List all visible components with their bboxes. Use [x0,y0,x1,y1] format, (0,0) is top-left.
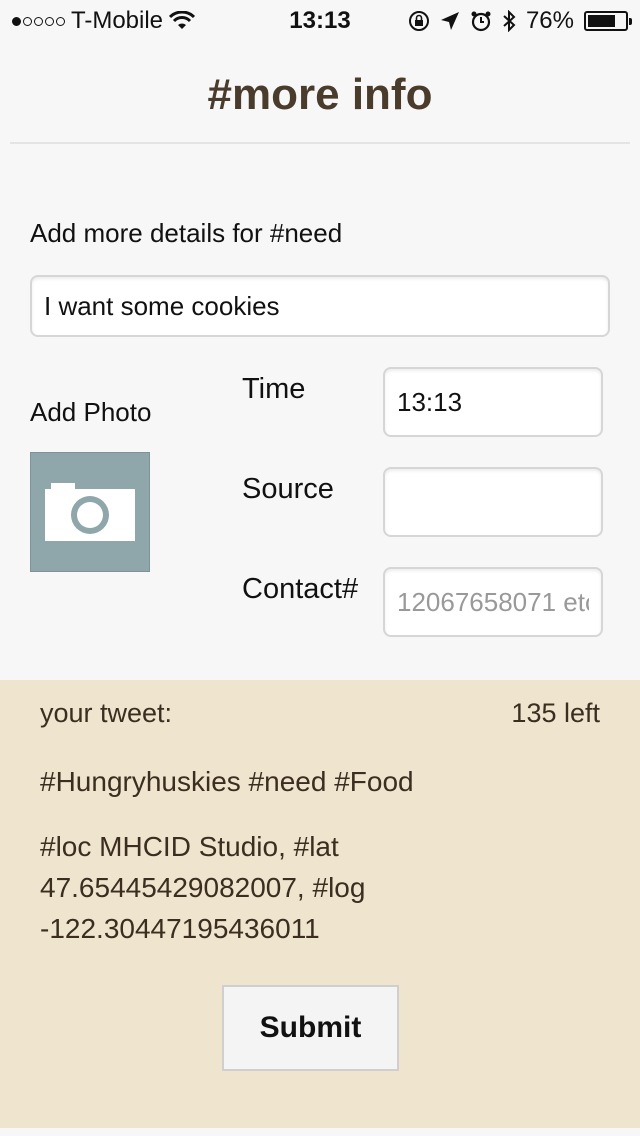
tweet-label: your tweet: [40,698,173,728]
bluetooth-icon [503,10,516,32]
contact-input[interactable] [383,567,603,637]
status-right-group: 76% [408,7,632,35]
time-input[interactable] [383,367,603,437]
page-title: #more info [207,70,433,119]
tweet-location: #loc MHCID Studio, #lat 47.6544542908200… [40,831,366,944]
bottom-strip [0,1128,640,1136]
details-input[interactable] [30,275,610,337]
location-arrow-icon [440,12,459,30]
camera-icon [45,483,135,541]
source-input[interactable] [383,467,603,537]
rotation-lock-icon [408,11,429,31]
time-label: Time [242,373,306,405]
contact-label: Contact# [242,573,359,605]
submit-button[interactable]: Submit [222,985,399,1071]
add-photo-button[interactable] [30,452,150,572]
chars-left-counter: 135 left [511,698,600,728]
header-divider [10,142,630,144]
battery-fill [588,15,616,27]
battery-percent: 76% [525,7,574,34]
details-label: Add more details for #need [30,218,343,248]
alarm-icon [471,11,491,32]
status-bar: T-Mobile 13:13 76% [0,0,640,40]
tweet-hashtags: #Hungryhuskies #need #Food [40,766,414,797]
battery-icon [584,11,632,31]
add-photo-label: Add Photo [30,397,152,427]
source-label: Source [242,473,334,505]
